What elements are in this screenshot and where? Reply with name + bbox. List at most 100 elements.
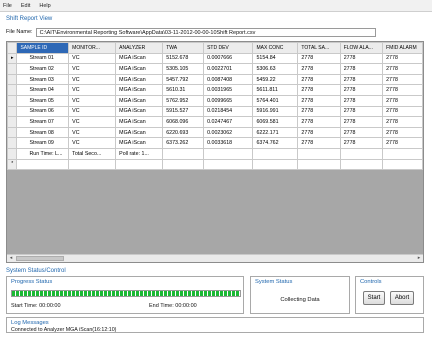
cell-monitor[interactable]: VC: [68, 52, 117, 65]
cell-flow-alarm[interactable]: 2778: [339, 137, 384, 149]
cell-flow-alarm[interactable]: 2778: [339, 105, 384, 118]
table-row[interactable]: ▸ Stream 01 VC MGA iScan 5152.678 0.0007666 51…: [7, 52, 423, 65]
cell-flow-alarm[interactable]: [339, 147, 384, 160]
table-row[interactable]: Stream 07 VC MGA iScan 6068.096 0.0247467 606…: [7, 116, 423, 128]
cell-sample-id[interactable]: Stream 05: [16, 94, 70, 107]
row-header[interactable]: [7, 126, 18, 139]
cell-flow-alarm[interactable]: 2778: [339, 94, 384, 107]
new-row-cell[interactable]: [16, 158, 70, 171]
row-header[interactable]: [7, 63, 18, 75]
cell-std-dev[interactable]: 0.0218454: [203, 105, 254, 118]
cell-total-samples[interactable]: 2778: [297, 63, 341, 75]
horizontal-scrollbar[interactable]: ◂ ▸: [7, 254, 423, 262]
cell-twa[interactable]: 5610.31: [162, 84, 205, 96]
new-row-cell[interactable]: [162, 158, 205, 171]
menu-file[interactable]: File: [3, 3, 12, 9]
cell-fmid-alarm[interactable]: 2778: [382, 105, 423, 118]
cell-analyzer[interactable]: MGA iScan: [115, 84, 164, 96]
cell-twa[interactable]: 5152.678: [162, 52, 205, 65]
cell-flow-alarm[interactable]: 2778: [339, 63, 384, 75]
cell-analyzer[interactable]: MGA iScan: [115, 126, 164, 139]
cell-analyzer[interactable]: MGA iScan: [115, 52, 164, 65]
cell-max-conc[interactable]: 5916.991: [252, 105, 299, 118]
cell-fmid-alarm[interactable]: 2778: [382, 52, 423, 65]
row-header[interactable]: [7, 116, 18, 128]
cell-max-conc[interactable]: 5764.401: [252, 94, 299, 107]
cell-sample-id[interactable]: Stream 04: [16, 84, 70, 96]
cell-sample-id[interactable]: Stream 01: [16, 52, 70, 65]
column-header-monitor[interactable]: MONITOR...: [68, 42, 117, 54]
menu-edit[interactable]: Edit: [21, 3, 30, 9]
cell-twa[interactable]: 6220.693: [162, 126, 205, 139]
cell-monitor[interactable]: VC: [68, 126, 117, 139]
cell-twa[interactable]: [162, 147, 205, 160]
column-header-twa[interactable]: TWA: [162, 42, 205, 54]
new-row-cell[interactable]: [115, 158, 164, 171]
cell-twa[interactable]: 5305.105: [162, 63, 205, 75]
new-row-cell[interactable]: [339, 158, 384, 171]
cell-total-samples[interactable]: 2778: [297, 126, 341, 139]
column-header-total-samples[interactable]: TOTAL SA...: [297, 42, 341, 54]
cell-std-dev[interactable]: [203, 147, 254, 160]
cell-sample-id[interactable]: Stream 03: [16, 73, 70, 86]
cell-total-samples[interactable]: 2778: [297, 105, 341, 118]
cell-total-samples[interactable]: 2778: [297, 116, 341, 128]
new-row-cell[interactable]: [68, 158, 117, 171]
cell-fmid-alarm[interactable]: [382, 147, 423, 160]
table-row[interactable]: Stream 04 VC MGA iScan 5610.31 0.0031965 5611…: [7, 84, 423, 96]
row-header[interactable]: [7, 147, 18, 160]
cell-total-samples[interactable]: 2778: [297, 84, 341, 96]
cell-sample-id[interactable]: Stream 07: [16, 116, 70, 128]
row-header[interactable]: [7, 73, 18, 86]
scrollbar-thumb[interactable]: [16, 256, 64, 261]
cell-twa[interactable]: 6068.096: [162, 116, 205, 128]
new-row-cell[interactable]: [252, 158, 299, 171]
cell-fmid-alarm[interactable]: 2778: [382, 94, 423, 107]
cell-analyzer[interactable]: MGA iScan: [115, 63, 164, 75]
cell-twa[interactable]: 5457.792: [162, 73, 205, 86]
cell-std-dev[interactable]: 0.0099665: [203, 94, 254, 107]
cell-fmid-alarm[interactable]: 2778: [382, 116, 423, 128]
cell-fmid-alarm[interactable]: 2778: [382, 63, 423, 75]
cell-max-conc[interactable]: 5154.84: [252, 52, 299, 65]
cell-total-samples[interactable]: 2778: [297, 94, 341, 107]
cell-sample-id[interactable]: Stream 09: [16, 137, 70, 149]
table-row[interactable]: Stream 09 VC MGA iScan 6373.262 0.0033618 637…: [7, 137, 423, 149]
cell-monitor[interactable]: VC: [68, 116, 117, 128]
row-header[interactable]: [7, 137, 18, 149]
table-row[interactable]: Stream 06 VC MGA iScan 5915.527 0.0218454 591…: [7, 105, 423, 118]
cell-monitor[interactable]: VC: [68, 137, 117, 149]
cell-max-conc[interactable]: 6374.762: [252, 137, 299, 149]
cell-twa[interactable]: 5915.527: [162, 105, 205, 118]
cell-std-dev[interactable]: 0.0022701: [203, 63, 254, 75]
abort-button[interactable]: Abort: [390, 291, 414, 305]
row-header[interactable]: [7, 84, 18, 96]
cell-flow-alarm[interactable]: 2778: [339, 116, 384, 128]
cell-max-conc[interactable]: [252, 147, 299, 160]
cell-analyzer[interactable]: MGA iScan: [115, 116, 164, 128]
cell-flow-alarm[interactable]: 2778: [339, 84, 384, 96]
cell-flow-alarm[interactable]: 2778: [339, 52, 384, 65]
scroll-left-arrow-icon[interactable]: ◂: [7, 255, 15, 262]
cell-sample-id[interactable]: Stream 08: [16, 126, 70, 139]
column-header-fmid-alarm[interactable]: FMID ALARM: [382, 42, 423, 54]
cell-std-dev[interactable]: 0.0087408: [203, 73, 254, 86]
cell-monitor[interactable]: VC: [68, 94, 117, 107]
column-header-max-conc[interactable]: MAX CONC: [252, 42, 299, 54]
cell-analyzer[interactable]: MGA iScan: [115, 94, 164, 107]
column-header-flow-alarm[interactable]: FLOW ALA...: [339, 42, 384, 54]
cell-fmid-alarm[interactable]: 2778: [382, 137, 423, 149]
cell-analyzer[interactable]: MGA iScan: [115, 137, 164, 149]
column-header-analyzer[interactable]: ANALYZER: [115, 42, 164, 54]
cell-total-samples[interactable]: 2778: [297, 73, 341, 86]
row-header[interactable]: [7, 105, 18, 118]
cell-analyzer[interactable]: MGA iScan: [115, 73, 164, 86]
cell-std-dev[interactable]: 0.0007666: [203, 52, 254, 65]
column-header-sample-id[interactable]: SAMPLE ID: [16, 42, 70, 54]
cell-sample-id[interactable]: Stream 06: [16, 105, 70, 118]
row-header[interactable]: [7, 94, 18, 107]
cell-max-conc[interactable]: 5306.63: [252, 63, 299, 75]
cell-monitor[interactable]: VC: [68, 105, 117, 118]
cell-sample-id[interactable]: Run Time: L...: [16, 147, 70, 160]
cell-monitor[interactable]: VC: [68, 63, 117, 75]
